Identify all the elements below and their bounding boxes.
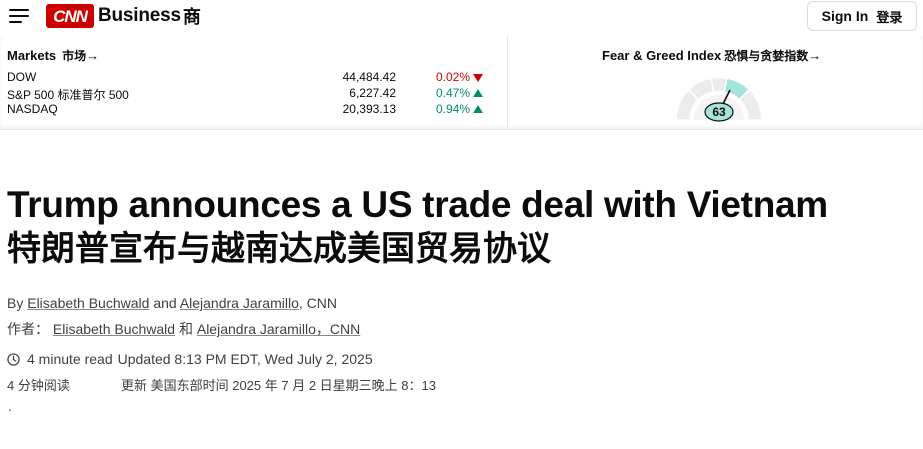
author-link-jaramillo[interactable]: Alejandra Jaramillo xyxy=(180,295,299,311)
updated-time-cn: 更新 美国东部时间 2025 年 7 月 2 日星期三晚上 8：13 xyxy=(121,378,436,393)
market-name: DOW xyxy=(7,70,37,84)
arrow-up-icon xyxy=(473,89,483,97)
section-name-cn[interactable]: 商 xyxy=(183,3,201,29)
headline: Trump announces a US trade deal with Vie… xyxy=(7,184,828,225)
market-name: S&P 500 标准普尔 500 xyxy=(7,88,129,102)
headline-cn: 特朗普宣布与越南达成美国贸易协议 xyxy=(7,229,551,269)
market-change: 0.02% xyxy=(435,70,470,84)
read-time-cn: 4 分钟阅读 xyxy=(7,378,70,393)
market-value: 6,227.42 xyxy=(349,86,396,100)
arrow-up-icon xyxy=(473,105,483,113)
fear-greed-title-cn: 恐惧与贪婪指数 xyxy=(724,49,809,63)
market-value: 44,484.42 xyxy=(342,70,396,84)
byline-and: and xyxy=(153,295,177,311)
svg-text:CNN: CNN xyxy=(53,7,89,26)
market-row-sp500[interactable]: S&P 500 标准普尔 500 6,227.42 0.47% xyxy=(7,86,487,102)
byline-cn-prefix: 作者： xyxy=(7,321,49,337)
fear-greed-link[interactable]: Fear & Greed Index 恐惧与贪婪指数→ xyxy=(602,47,821,64)
author-link-jaramillo-cn[interactable]: Alejandra Jaramillo，CNN xyxy=(197,321,360,337)
author-link-buchwald-cn[interactable]: Elisabeth Buchwald xyxy=(53,321,175,337)
market-value: 20,393.13 xyxy=(342,102,396,116)
section-name[interactable]: Business xyxy=(98,5,181,27)
markets-link[interactable]: Markets 市场→ xyxy=(7,47,99,64)
arrow-right-icon: → xyxy=(808,48,822,63)
clock-icon xyxy=(7,352,20,366)
site-header: CNN Business 商 Sign In 登录 xyxy=(0,0,923,36)
read-time: 4 minute read xyxy=(27,351,113,367)
market-name: NASDAQ xyxy=(7,102,58,116)
sign-in-label-cn: 登录 xyxy=(876,9,903,25)
byline-org: , CNN xyxy=(298,295,337,311)
trailing-dot: . xyxy=(8,399,12,414)
timestamp: 4 minute read Updated 8:13 PM EDT, Wed J… xyxy=(7,351,373,367)
updated-time: Updated 8:13 PM EDT, Wed July 2, 2025 xyxy=(117,351,373,367)
byline-cn-and: 和 xyxy=(178,321,193,337)
hamburger-menu-icon[interactable] xyxy=(9,9,29,25)
sign-in-button[interactable]: Sign In 登录 xyxy=(807,1,917,31)
fear-greed-value: 63 xyxy=(712,105,726,119)
fear-greed-gauge[interactable]: 63 xyxy=(672,74,766,124)
markets-strip: Markets 市场→ DOW 44,484.42 0.02% S&P 500 标… xyxy=(0,36,923,130)
cnn-logo-icon[interactable]: CNN xyxy=(46,4,94,28)
markets-panel: Markets 市场→ DOW 44,484.42 0.02% S&P 500 标… xyxy=(0,36,508,129)
market-row-dow[interactable]: DOW 44,484.42 0.02% xyxy=(7,70,487,85)
byline-prefix: By xyxy=(7,295,24,311)
timestamp-cn: 4 分钟阅读 更新 美国东部时间 2025 年 7 月 2 日星期三晚上 8：1… xyxy=(7,375,436,394)
market-row-nasdaq[interactable]: NASDAQ 20,393.13 0.94% xyxy=(7,102,487,117)
cnn-business-logo[interactable]: CNN Business 商 xyxy=(46,4,201,28)
sign-in-label: Sign In xyxy=(821,8,869,24)
markets-title-cn: 市场 xyxy=(62,49,87,63)
arrow-down-icon xyxy=(473,74,483,82)
market-change: 0.94% xyxy=(435,102,470,116)
byline: By Elisabeth Buchwald and Alejandra Jara… xyxy=(7,295,337,311)
fear-greed-title: Fear & Greed Index xyxy=(602,48,722,63)
markets-title: Markets xyxy=(7,48,57,63)
arrow-right-icon: → xyxy=(86,48,100,63)
author-link-buchwald[interactable]: Elisabeth Buchwald xyxy=(27,295,149,311)
market-change: 0.47% xyxy=(435,86,470,100)
byline-cn: 作者： Elisabeth Buchwald 和 Alejandra Jaram… xyxy=(7,319,360,339)
